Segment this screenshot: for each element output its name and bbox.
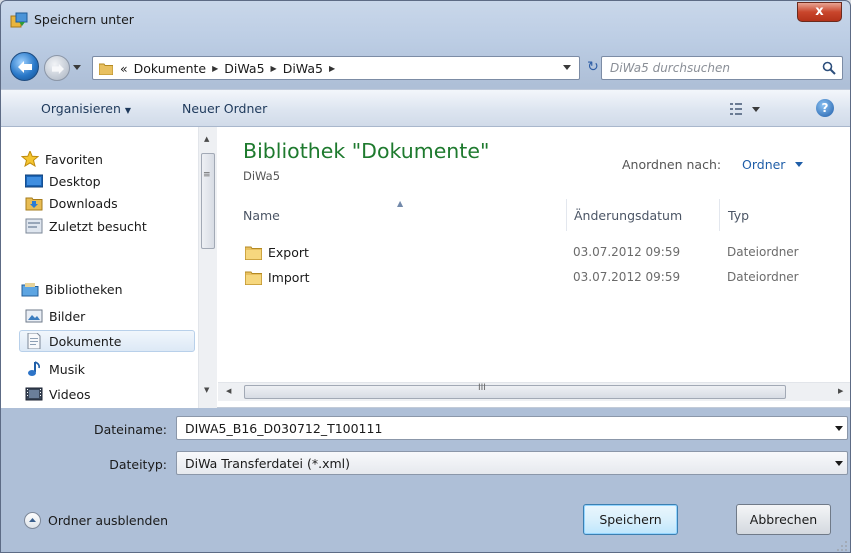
nav-recent-places[interactable]: Zuletzt besucht <box>25 215 147 237</box>
scroll-up-arrow-icon[interactable]: ▲ <box>204 135 209 143</box>
recent-pages-chevron-icon[interactable] <box>73 65 81 70</box>
recent-places-icon <box>25 218 43 234</box>
arrange-by-dropdown[interactable]: Ordner <box>742 157 785 172</box>
library-title: Bibliothek "Dokumente" <box>243 139 490 163</box>
scrollbar-thumb[interactable] <box>201 153 215 249</box>
scroll-left-arrow-icon[interactable]: ◀ <box>226 387 231 395</box>
scroll-grip-icon: III <box>478 383 486 393</box>
nav-downloads[interactable]: Downloads <box>25 192 118 214</box>
scroll-grip-icon: ≡ <box>203 170 211 180</box>
close-button[interactable]: x <box>797 2 842 22</box>
column-divider[interactable] <box>719 199 720 231</box>
back-arrow-icon <box>18 61 32 73</box>
star-icon <box>21 151 39 167</box>
column-divider[interactable] <box>566 199 567 231</box>
search-input[interactable]: DiWa5 durchsuchen <box>601 56 843 80</box>
breadcrumb-overflow[interactable]: « <box>120 61 128 76</box>
content-area: Favoriten Desktop Downloads Zuletzt besu… <box>1 127 850 408</box>
file-type: Dateiordner <box>727 270 799 284</box>
chevron-down-icon: ▼ <box>124 106 132 115</box>
breadcrumb-item[interactable]: Dokumente <box>134 61 206 76</box>
file-date: 03.07.2012 09:59 <box>573 270 681 284</box>
column-header-type[interactable]: Typ <box>728 208 749 223</box>
file-row-import[interactable]: Import 03.07.2012 09:59 Dateiordner <box>243 267 833 289</box>
scroll-down-arrow-icon[interactable]: ▼ <box>204 386 209 394</box>
nav-favorites[interactable]: Favoriten <box>21 148 103 170</box>
save-as-dialog: Speichern unter x « Dokumente ▶ DiWa5 ▶ … <box>0 0 851 553</box>
hide-folders-toggle[interactable]: Ordner ausblenden <box>24 512 168 529</box>
nav-music[interactable]: Musik <box>25 358 85 380</box>
search-placeholder: DiWa5 durchsuchen <box>610 61 730 75</box>
downloads-icon <box>25 197 43 211</box>
folder-icon <box>245 246 262 260</box>
forward-arrow-icon <box>52 63 64 75</box>
music-icon <box>28 361 40 376</box>
forward-button[interactable] <box>44 55 70 81</box>
file-date: 03.07.2012 09:59 <box>573 245 681 259</box>
file-type: Dateiordner <box>727 245 799 259</box>
nav-pane-scrollbar[interactable]: ▲ ≡ ▼ <box>198 127 217 408</box>
nav-libraries[interactable]: Bibliotheken <box>21 278 123 300</box>
help-button[interactable]: ? <box>816 99 834 117</box>
pictures-icon <box>25 309 43 323</box>
chevron-down-icon[interactable] <box>795 162 803 167</box>
navigation-pane[interactable]: Favoriten Desktop Downloads Zuletzt besu… <box>1 127 217 408</box>
change-view-button[interactable] <box>728 99 772 119</box>
documents-icon <box>27 333 41 349</box>
command-bar: Organisieren ▼ Neuer Ordner ? <box>1 89 850 127</box>
breadcrumb-separator-icon[interactable]: ▶ <box>212 64 218 73</box>
hide-folders-label: Ordner ausblenden <box>48 513 169 528</box>
save-dialog-icon <box>10 12 28 28</box>
filetype-value: DiWa Transferdatei (*.xml) <box>185 456 350 471</box>
refresh-icon: ↻ <box>587 59 599 75</box>
address-history-chevron-icon[interactable] <box>563 65 571 70</box>
cancel-button[interactable]: Abbrechen <box>736 504 831 535</box>
file-list-pane[interactable]: Bibliothek "Dokumente" DiWa5 Anordnen na… <box>218 127 850 408</box>
arrange-by-label: Anordnen nach: <box>622 157 722 172</box>
back-button[interactable] <box>10 52 39 81</box>
save-button[interactable]: Speichern <box>583 504 678 535</box>
breadcrumb-separator-icon[interactable]: ▶ <box>329 64 335 73</box>
nav-pictures[interactable]: Bilder <box>25 305 85 327</box>
breadcrumb-item[interactable]: DiWa5 <box>283 61 323 76</box>
new-folder-button[interactable]: Neuer Ordner <box>182 101 267 116</box>
window-title: Speichern unter <box>34 12 134 27</box>
nav-documents[interactable]: Dokumente <box>19 330 195 352</box>
filename-label: Dateiname: <box>93 422 167 437</box>
chevron-down-icon[interactable] <box>835 461 843 466</box>
scrollbar-thumb[interactable] <box>244 385 786 399</box>
help-icon: ? <box>821 101 829 115</box>
file-row-export[interactable]: Export 03.07.2012 09:59 Dateiordner <box>243 242 833 264</box>
address-bar[interactable]: « Dokumente ▶ DiWa5 ▶ DiWa5 ▶ <box>92 56 580 80</box>
filename-input[interactable]: DIWA5_B16_D030712_T100111 <box>176 416 848 440</box>
chevron-up-icon <box>24 512 41 529</box>
scroll-right-arrow-icon[interactable]: ▶ <box>838 387 843 395</box>
resize-grip-icon[interactable] <box>837 541 847 551</box>
sort-ascending-icon: ▲ <box>397 199 404 208</box>
breadcrumb-item[interactable]: DiWa5 <box>224 61 264 76</box>
save-form: Dateiname: DIWA5_B16_D030712_T100111 Dat… <box>1 408 850 552</box>
file-list-scrollbar[interactable]: ◀ III ▶ <box>218 382 850 401</box>
library-subtitle: DiWa5 <box>243 169 281 183</box>
organize-menu[interactable]: Organisieren ▼ <box>41 101 131 116</box>
column-header-date[interactable]: Änderungsdatum <box>574 208 682 223</box>
column-header-name[interactable]: Name <box>243 208 280 223</box>
filetype-label: Dateityp: <box>109 457 167 472</box>
folder-icon <box>245 271 262 285</box>
videos-icon <box>25 387 43 401</box>
search-icon[interactable] <box>822 61 836 75</box>
breadcrumb-separator-icon[interactable]: ▶ <box>271 64 277 73</box>
chevron-down-icon[interactable] <box>835 426 843 431</box>
title-bar: Speichern unter x <box>1 1 850 39</box>
filename-value: DIWA5_B16_D030712_T100111 <box>185 421 383 436</box>
libraries-icon <box>21 283 39 297</box>
nav-desktop[interactable]: Desktop <box>25 170 101 192</box>
file-name: Import <box>268 270 310 285</box>
filetype-select[interactable]: DiWa Transferdatei (*.xml) <box>176 451 848 475</box>
file-name: Export <box>268 245 309 260</box>
folder-icon <box>99 63 113 75</box>
desktop-icon <box>25 174 43 188</box>
nav-videos[interactable]: Videos <box>25 383 91 405</box>
